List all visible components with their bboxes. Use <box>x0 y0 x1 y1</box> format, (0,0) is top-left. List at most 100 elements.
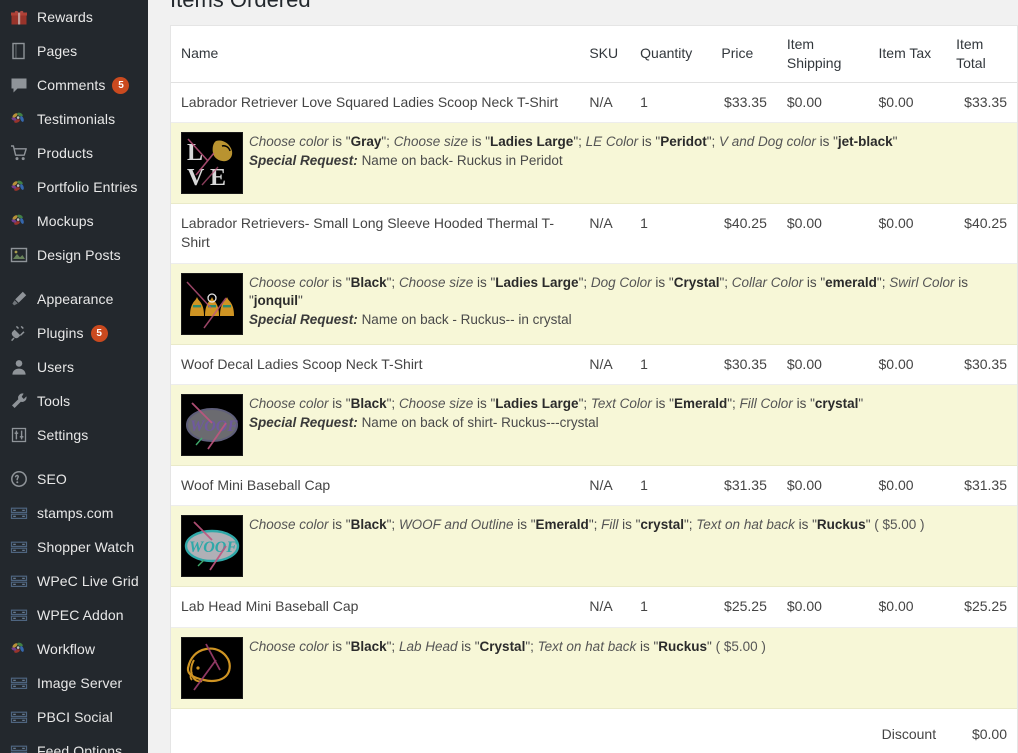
column-header-name[interactable]: Name <box>171 26 580 83</box>
cell-item-tax: $0.00 <box>868 82 947 124</box>
sidebar-item-feed-options[interactable]: Feed Options <box>0 734 148 753</box>
option-label: Choose color <box>249 274 329 290</box>
table-row-detail: L V E Choose color is "Gray"; Choose size i… <box>171 122 1017 205</box>
option-label: Choose color <box>249 134 329 150</box>
sidebar-item-mockups[interactable]: Mockups <box>0 204 148 238</box>
detail-wrapper: Choose color is "Black"; Lab Head is "Cr… <box>181 636 1007 699</box>
product-thumbnail[interactable]: LVE <box>181 132 243 195</box>
sidebar-item-settings[interactable]: Settings <box>0 418 148 452</box>
sidebar-item-comments[interactable]: Comments 5 <box>0 68 148 102</box>
sidebar-item-tools[interactable]: Tools <box>0 384 148 418</box>
option-label: Choose color <box>249 638 329 654</box>
cell-item-shipping: $0.00 <box>776 465 869 507</box>
detail-options: Choose color is "Gray"; Choose size is "… <box>249 132 897 170</box>
detail-wrapper: Choose color is "Black"; Choose size is … <box>181 272 1007 335</box>
sidebar-item-pages[interactable]: Pages <box>0 34 148 68</box>
column-header-quantity[interactable]: Quantity <box>630 26 712 83</box>
detail-cell: Choose color is "Black"; Lab Head is "Cr… <box>171 627 1017 709</box>
pages-icon <box>9 41 29 61</box>
page-title: Items Ordered <box>170 0 311 13</box>
table-row-detail: Choose color is "Black"; Lab Head is "Cr… <box>171 627 1017 709</box>
cell-name: Lab Head Mini Baseball Cap <box>171 586 580 628</box>
table-row-detail: Choose color is "Black"; Choose size is … <box>171 263 1017 345</box>
option-value: Ladies Large <box>490 134 574 150</box>
sidebar-item-rewards[interactable]: Rewards <box>0 0 148 34</box>
sidebar-item-products[interactable]: Products <box>0 136 148 170</box>
cell-name: Labrador Retrievers- Small Long Sleeve H… <box>171 203 580 264</box>
detail-options: Choose color is "Black"; Choose size is … <box>249 273 1007 330</box>
sidebar-item-label: stamps.com <box>37 505 114 521</box>
option-label: LE Color <box>585 134 639 150</box>
sidebar-item-shopper-watch[interactable]: Shopper Watch <box>0 530 148 564</box>
column-header-price[interactable]: Price <box>711 26 777 83</box>
product-thumbnail[interactable]: WOOF <box>181 515 243 578</box>
sidebar-item-label: WPEC Addon <box>37 607 124 623</box>
sidebar-item-label: Image Server <box>37 675 123 691</box>
sidebar-item-seo[interactable]: SEO <box>0 462 148 496</box>
totals-label: Discount <box>881 725 937 742</box>
option-value: jonquil <box>253 293 299 309</box>
detail-special-request-line: Special Request: Name on back of shirt- … <box>249 414 863 433</box>
main-content: Items Ordered Name SKU Quantity Price It… <box>148 0 1018 753</box>
option-extra-price: ( $5.00 ) <box>715 638 766 654</box>
option-value: Crystal <box>673 274 720 290</box>
sidebar-item-users[interactable]: Users <box>0 350 148 384</box>
sidebar-item-testimonials[interactable]: Testimonials <box>0 102 148 136</box>
option-label: Text on hat back <box>537 638 637 654</box>
gift-icon <box>9 7 29 27</box>
totals-row: Discount $0.00 <box>171 708 1017 750</box>
detail-wrapper: L V E Choose color is "Gray"; Choose size i… <box>181 132 1007 195</box>
sidebar-separator <box>0 272 148 282</box>
sidebar-item-portfolio-entries[interactable]: Portfolio Entries <box>0 170 148 204</box>
special-request-label: Special Request: <box>249 311 358 327</box>
menu-icon <box>9 741 29 753</box>
wrench-icon <box>9 391 29 411</box>
option-label: V and Dog color <box>719 134 816 150</box>
image-icon <box>9 245 29 265</box>
product-thumbnail[interactable] <box>181 636 243 699</box>
table-head: Name SKU Quantity Price Item Shipping It… <box>171 26 1017 83</box>
column-header-item-shipping[interactable]: Item Shipping <box>776 26 869 83</box>
sidebar-item-label: Comments <box>37 77 106 93</box>
option-extra-price: ( $5.00 ) <box>874 517 925 533</box>
column-header-sku[interactable]: SKU <box>579 26 631 83</box>
header-line-1: Item <box>786 36 815 52</box>
sidebar-item-image-server[interactable]: Image Server <box>0 666 148 700</box>
cell-sku: N/A <box>579 344 631 386</box>
sidebar-item-label: Testimonials <box>37 111 116 127</box>
detail-options-line: Choose color is "Gray"; Choose size is "… <box>249 134 898 150</box>
cell-name: Woof Mini Baseball Cap <box>171 465 580 507</box>
sidebar-item-design-posts[interactable]: Design Posts <box>0 238 148 272</box>
table-row: Woof Mini Baseball Cap N/A 1 $31.35 $0.00 $0.… <box>171 465 1017 507</box>
cell-quantity: 1 <box>630 203 712 264</box>
cell-item-total: $25.25 <box>946 586 1017 628</box>
sidebar-item-pbci-social[interactable]: PBCI Social <box>0 700 148 734</box>
cell-sku: N/A <box>579 82 631 124</box>
option-label: Swirl Color <box>889 274 955 290</box>
sidebar-item-label: Settings <box>37 427 89 443</box>
option-value: jet-black <box>837 134 893 150</box>
sidebar-item-stamps-com[interactable]: stamps.com <box>0 496 148 530</box>
svg-text:WOOF: WOOF <box>190 418 238 435</box>
cell-price: $33.35 <box>711 82 777 124</box>
items-ordered-panel: Name SKU Quantity Price Item Shipping It… <box>170 25 1018 753</box>
sidebar-item-label: Workflow <box>37 641 96 657</box>
option-value: Black <box>350 517 387 533</box>
sidebar-item-label: Feed Options <box>37 743 123 753</box>
column-header-item-total[interactable]: Item Total <box>946 26 1017 83</box>
option-label: WOOF and Outline <box>398 517 514 533</box>
sidebar-item-appearance[interactable]: Appearance <box>0 282 148 316</box>
product-thumbnail[interactable]: WOOF <box>181 394 243 457</box>
detail-cell: WOOF Choose color is "Black"; WOOF and Ou… <box>171 505 1017 588</box>
admin-sidebar: Rewards Pages Comments 5 Testimonials Product… <box>0 0 148 753</box>
column-header-item-tax[interactable]: Item Tax <box>868 26 947 83</box>
cell-item-total: $30.35 <box>946 344 1017 386</box>
sidebar-item-wpec-live-grid[interactable]: WPeC Live Grid <box>0 564 148 598</box>
product-thumbnail[interactable] <box>181 272 243 335</box>
sidebar-item-workflow[interactable]: Workflow <box>0 632 148 666</box>
sidebar-item-plugins[interactable]: Plugins 5 <box>0 316 148 350</box>
sidebar-item-wpec-addon[interactable]: WPEC Addon <box>0 598 148 632</box>
brush-icon <box>9 289 29 309</box>
sidebar-item-label: Users <box>37 359 75 375</box>
special-request-value: Name on back - Ruckus-- in crystal <box>361 311 572 327</box>
